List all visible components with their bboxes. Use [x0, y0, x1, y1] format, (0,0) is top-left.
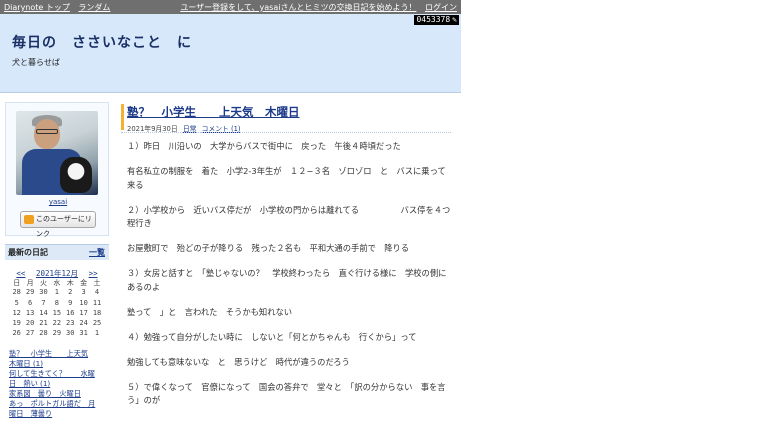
link-icon [24, 215, 34, 224]
calendar-week-row: 28 29 30 1 2 3 4 [10, 288, 104, 298]
calendar-week-row: 5 6 7 8 9 10 11 [10, 299, 104, 309]
calendar-day: 24 [79, 319, 88, 328]
entry-paragraph: １）昨日 川沿いの 大学からバスで街中に 戻った 午後４時頃だった [127, 141, 401, 151]
entry-paragraph: ２）小学校から 近いバス停だが 小学校の門からは離れてる バス停を４つ程行き [127, 204, 451, 229]
calendar-prev-link[interactable]: << [16, 269, 25, 278]
calendar-day: 15 [52, 308, 62, 317]
calendar-nav: << 2021年12月 >> [10, 268, 104, 278]
recent-entry-link[interactable]: 塾？ 小学生 上天気 [9, 349, 109, 359]
entry-divider [121, 132, 451, 133]
entry-paragraph: 塾って 」と 言われた そうかも知れない [127, 306, 293, 317]
entry-body: １）昨日 川沿いの 大学からバスで街中に 戻った 午後４時頃だった 有名私立の制… [127, 140, 453, 419]
calendar-week-row: 26 27 28 29 30 31 1 [10, 329, 104, 339]
calendar-day: 6 [27, 298, 33, 307]
calendar-day: 23 [66, 319, 75, 328]
entry-paragraph: ３）女房と話すと 「塾じゃないの？ 学校終わったら 直ぐ行ける様に 学校の側にあ… [127, 268, 447, 292]
calendar-day: 17 [79, 308, 88, 317]
calendar-day: 11 [92, 298, 102, 307]
entry-paragraph: ４）勉強って自分がしたい時に しないと「何とかちゃんも 行くから」って [127, 331, 417, 342]
calendar-day: 30 [39, 288, 48, 297]
calendar-day: 2 [68, 288, 73, 297]
entry-accent-bar [121, 104, 124, 130]
calendar-day: 21 [39, 319, 48, 328]
weekday-label: 木 [66, 279, 74, 287]
weekday-label: 火 [39, 279, 47, 287]
recent-entry-link[interactable]: 何して生きてく？ 水曜 [9, 369, 109, 379]
blog-subtitle: 犬と暮らせば [12, 58, 60, 67]
recent-all-link[interactable]: 一覧 [89, 245, 105, 260]
login-link[interactable]: ログイン [425, 3, 457, 12]
top-nav-left: Diarynote トップ ランダム [4, 2, 116, 13]
calendar-day: 12 [12, 308, 21, 317]
link-to-user-label: このユーザーにリンク [36, 215, 92, 238]
calendar-day: 13 [25, 308, 35, 317]
calendar-next-link[interactable]: >> [89, 269, 98, 278]
calendar-day: 27 [25, 329, 35, 338]
calendar-day: 1 [94, 329, 100, 338]
calendar-day: 5 [14, 298, 19, 307]
recent-entry-link[interactable]: 日 熱い (1) [9, 379, 109, 389]
calendar-day: 3 [81, 288, 86, 297]
blog-title: 毎日の ささいなこと に [12, 35, 192, 51]
top-nav-bar: Diarynote トップ ランダム ユーザー登録をして、yasaiさんとヒミツ… [0, 0, 461, 14]
calendar-day: 16 [66, 308, 75, 317]
recent-entry-link[interactable]: あっ ポルトガル語だ 月 [9, 399, 109, 409]
blog-header: 0453378 ✎ 毎日の ささいなこと に 犬と暮らせば [0, 14, 461, 93]
weekday-label: 日 [13, 279, 21, 287]
entry-paragraph: 有名私立の制服を 着た 小学2-3年生が １２−３名 ゾロゾロ と バスに乗って… [127, 166, 446, 190]
calendar-day: 14 [39, 308, 48, 317]
entry-paragraph: お屋敷町で 殆どの子が降りる 残った２名も 平和大通の手前で 降りる [127, 243, 410, 253]
top-nav-right: ユーザー登録をして、yasaiさんとヒミツの交換日記を始めよう！ ログイン [174, 2, 457, 13]
calendar-day: 7 [41, 298, 46, 307]
profile-box: yasai このユーザーにリンク [5, 102, 110, 238]
entry-title-link[interactable]: 塾？ 小学生 上天気 木曜日 [127, 104, 300, 120]
calendar: << 2021年12月 >> 日 月 火 水 木 金 土 28 29 30 1 … [10, 268, 104, 340]
calendar-day: 25 [92, 319, 102, 328]
calendar-day: 9 [68, 298, 73, 307]
calendar-week-row: 19 20 21 22 23 24 25 [10, 319, 104, 329]
calendar-day: 29 [52, 329, 62, 338]
calendar-day: 28 [39, 329, 48, 338]
counter-value: 0453378 [416, 15, 451, 24]
random-link[interactable]: ランダム [78, 3, 110, 12]
calendar-day: 18 [92, 308, 102, 317]
calendar-day: 26 [12, 329, 21, 338]
recent-entries-list: 塾？ 小学生 上天気 木曜日 (1) 何して生きてく？ 水曜 日 熱い (1) … [9, 349, 109, 419]
weekday-label: 金 [80, 279, 88, 287]
calendar-day: 10 [79, 298, 88, 307]
recent-entry-link[interactable]: 曜日 薄曇り [9, 409, 109, 419]
calendar-day: 30 [66, 329, 75, 338]
calendar-day: 29 [25, 288, 35, 297]
calendar-day: 4 [94, 288, 100, 297]
calendar-day: 22 [52, 319, 62, 328]
pencil-icon: ✎ [452, 15, 457, 24]
access-counter: 0453378 ✎ [414, 15, 459, 25]
calendar-day: 19 [12, 319, 21, 328]
recent-entry-link[interactable]: 木曜日 (1) [9, 359, 109, 369]
avatar[interactable] [16, 111, 98, 195]
weekday-label: 月 [26, 279, 34, 287]
calendar-day: 20 [25, 319, 35, 328]
recent-entry-link[interactable]: 家系図 曇り 火曜日 [9, 389, 109, 399]
calendar-day: 31 [79, 329, 88, 338]
signup-link[interactable]: ユーザー登録をして、yasaiさんとヒミツの交換日記を始めよう！ [180, 3, 416, 12]
weekday-label: 土 [93, 279, 101, 287]
calendar-week-row: 12 13 14 15 16 17 18 [10, 309, 104, 319]
calendar-day: 1 [54, 288, 59, 297]
entry-paragraph: 勉強しても意味ないな と 思うけど 時代が違うのだろう [127, 356, 350, 367]
recent-diary-heading: 最新の日記 一覧 [5, 244, 109, 260]
calendar-day: 28 [12, 288, 21, 297]
profile-name-link[interactable]: yasai [6, 198, 110, 206]
calendar-day: 8 [54, 298, 59, 307]
diarynote-top-link[interactable]: Diarynote トップ [4, 3, 70, 12]
weekday-label: 水 [53, 279, 61, 287]
entry-paragraph: ５）で偉くなって 官僚になって 国会の答弁で 堂々と 「訳の分からない 事を言う… [127, 381, 446, 406]
calendar-weekday-row: 日 月 火 水 木 金 土 [10, 278, 104, 288]
recent-diary-title: 最新の日記 [8, 248, 48, 257]
link-to-user-button[interactable]: このユーザーにリンク [20, 211, 96, 238]
calendar-month-link[interactable]: 2021年12月 [36, 269, 78, 278]
